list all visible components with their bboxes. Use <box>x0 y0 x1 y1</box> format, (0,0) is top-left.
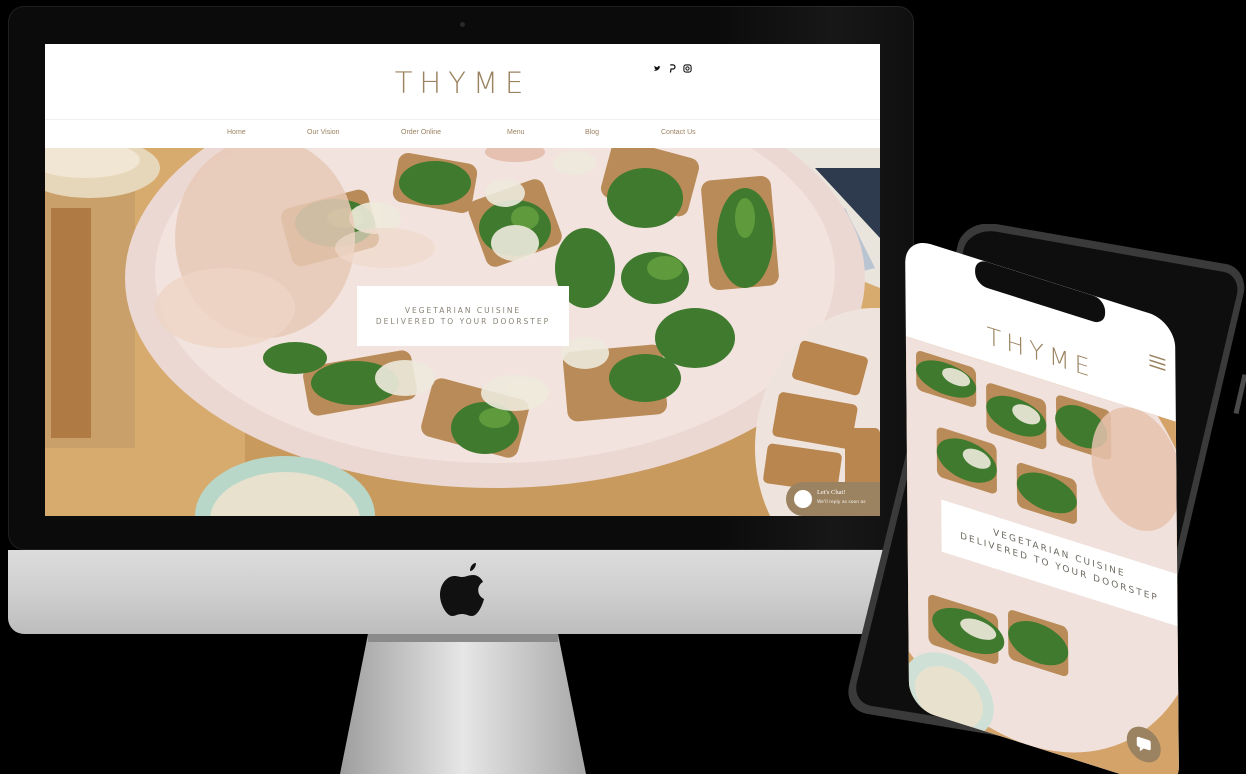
imac-camera <box>460 22 465 27</box>
site-logo[interactable]: THYME <box>45 66 880 100</box>
hero-tagline-line2: DELIVERED TO YOUR DOORSTEP <box>375 317 551 326</box>
nav-order-online[interactable]: Order Online <box>401 129 441 136</box>
main-navigation: Home Our Vision Order Online Menu Blog C… <box>45 119 880 150</box>
nav-contact-us[interactable]: Contact Us <box>661 129 696 136</box>
chat-avatar-icon <box>794 490 812 508</box>
nav-menu[interactable]: Menu <box>507 129 525 136</box>
nav-blog[interactable]: Blog <box>585 129 599 136</box>
device-mockup-scene: THYME Home Our Vision Order Online Menu … <box>0 0 1246 774</box>
imac-stand <box>340 634 586 774</box>
nav-our-vision[interactable]: Our Vision <box>307 129 340 136</box>
twitter-icon[interactable] <box>653 58 661 77</box>
hero-food-photo: VEGETARIAN CUISINE DELIVERED TO YOUR DOO… <box>45 148 880 516</box>
mobile-hero-photo: VEGETARIAN CUISINE DELIVERED TO YOUR DOO… <box>905 336 1180 774</box>
hero-tagline-box: VEGETARIAN CUISINE DELIVERED TO YOUR DOO… <box>357 286 569 346</box>
mobile-website-screen: THYME VEGETARIAN CUISINE DELIVERED TO YO… <box>905 236 1180 774</box>
pinterest-icon[interactable] <box>668 58 676 77</box>
social-links <box>653 58 692 77</box>
desktop-website-screen: THYME Home Our Vision Order Online Menu … <box>45 44 880 516</box>
site-header: THYME <box>45 44 880 118</box>
apple-logo-icon <box>440 563 484 616</box>
instagram-icon[interactable] <box>683 58 692 77</box>
nav-home[interactable]: Home <box>227 129 246 136</box>
chat-title: Let's Chat! <box>817 489 846 496</box>
hero-tagline-line1: VEGETARIAN CUISINE <box>404 306 522 315</box>
